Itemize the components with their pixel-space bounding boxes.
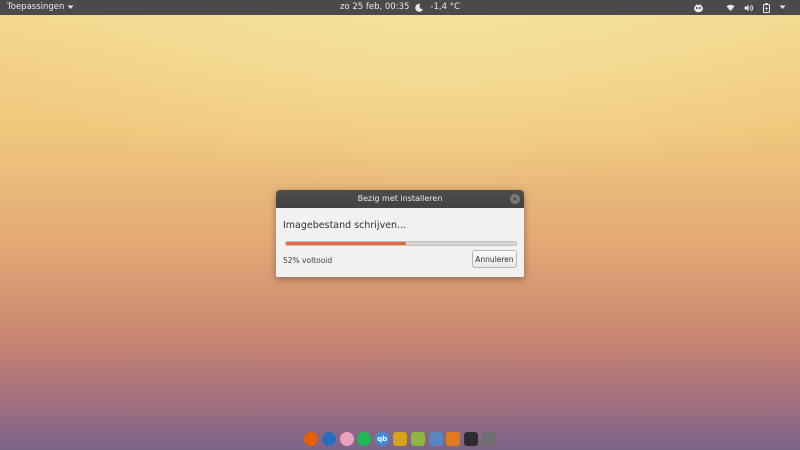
top-panel: Toepassingen zo 25 feb, 00:35 -1,4 °C <box>0 0 800 15</box>
power-chevron-icon[interactable] <box>779 5 786 10</box>
progress-status: 52% voltooid <box>283 256 333 265</box>
volume-icon[interactable] <box>744 4 754 12</box>
weather-temperature: -1,4 °C <box>430 2 460 12</box>
dock-rss-icon[interactable] <box>410 432 425 446</box>
dock-installer-icon[interactable] <box>481 432 496 446</box>
applications-menu[interactable]: Toepassingen <box>7 0 74 15</box>
dock-qbittorrent-icon[interactable]: qb <box>375 432 390 446</box>
dock-firefox-icon[interactable] <box>304 432 318 446</box>
close-icon: × <box>512 195 518 203</box>
dock-calculator-icon[interactable] <box>428 432 443 446</box>
dock-puzzle-icon[interactable] <box>392 432 407 446</box>
bug-icon[interactable] <box>693 3 704 13</box>
weather-night-icon <box>415 3 424 12</box>
dialog-close-button[interactable]: × <box>510 194 520 204</box>
clock-datetime: zo 25 feb, 00:35 <box>340 2 410 12</box>
system-indicators[interactable] <box>693 0 786 15</box>
dock-spotify-icon[interactable] <box>357 432 372 446</box>
dialog-title: Bezig met installeren <box>357 194 443 203</box>
progress-bar <box>285 241 517 246</box>
applications-menu-label: Toepassingen <box>7 2 65 12</box>
cancel-button[interactable]: Annuleren <box>472 250 517 268</box>
dock-settings-icon[interactable] <box>446 432 461 446</box>
battery-icon[interactable] <box>763 2 770 13</box>
progress-bar-fill <box>286 242 406 245</box>
install-dialog: Bezig met installeren × Imagebestand sch… <box>276 190 524 277</box>
dock-terminal-icon[interactable] <box>464 432 479 446</box>
dialog-heading: Imagebestand schrijven... <box>283 220 407 231</box>
dock: qb <box>301 428 499 450</box>
dialog-titlebar[interactable]: Bezig met installeren × <box>276 190 524 208</box>
clock-menu[interactable]: zo 25 feb, 00:35 -1,4 °C <box>340 0 460 15</box>
wifi-icon[interactable] <box>726 4 735 12</box>
dock-thunderbird-icon[interactable] <box>321 432 336 446</box>
dock-candy-icon[interactable] <box>339 432 354 446</box>
chevron-down-icon <box>67 5 74 10</box>
